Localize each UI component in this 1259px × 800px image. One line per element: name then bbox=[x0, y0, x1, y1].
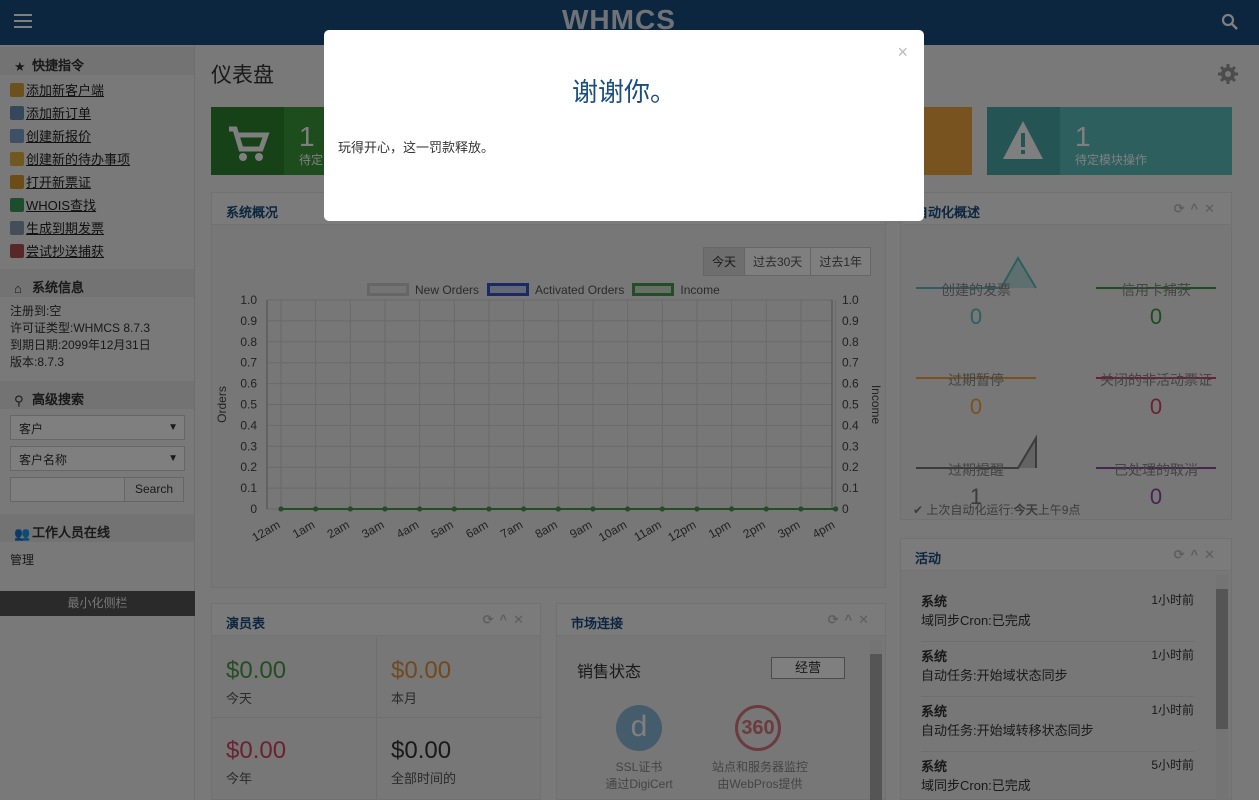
close-icon[interactable]: × bbox=[897, 42, 908, 63]
modal-message: 玩得开心，这一罚款释放。 bbox=[338, 140, 495, 155]
modal-title: 谢谢你。 bbox=[571, 77, 676, 107]
thank-you-modal: × 谢谢你。 玩得开心，这一罚款释放。 bbox=[324, 30, 924, 221]
